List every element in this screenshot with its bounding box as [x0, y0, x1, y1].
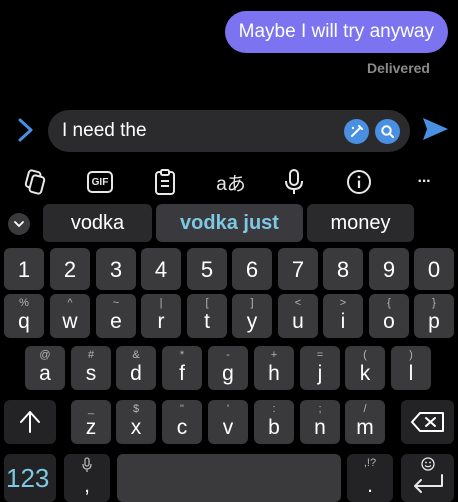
key-0[interactable]: 0 [414, 248, 454, 290]
key-4[interactable]: 4 [141, 248, 181, 290]
key-c[interactable]: " c [162, 400, 202, 444]
key-6[interactable]: 6 [232, 248, 272, 290]
key-5[interactable]: 5 [187, 248, 227, 290]
shift-key[interactable] [4, 400, 56, 444]
key-o[interactable]: {o [369, 294, 409, 338]
clipboard-icon[interactable] [150, 167, 180, 197]
key-z[interactable]: _ z [71, 400, 111, 444]
clipboard-copy-icon[interactable] [20, 167, 50, 197]
key-j[interactable]: = j [300, 346, 340, 390]
key-l[interactable]: ) l [391, 346, 431, 390]
conversation-area: Maybe I will try anyway Delivered [0, 0, 458, 105]
magic-pen-icon[interactable] [344, 119, 369, 144]
key-s[interactable]: # s [71, 346, 111, 390]
key-q[interactable]: % q [4, 294, 44, 338]
translate-label: aあ [216, 173, 246, 195]
key-x[interactable]: $ x [116, 400, 156, 444]
more-icon[interactable]: ··· [409, 167, 439, 197]
key-t[interactable]: [t [187, 294, 227, 338]
symbols-key[interactable]: 123 [4, 454, 56, 502]
gif-label: GIF [91, 176, 109, 188]
key-n[interactable]: ; n [300, 400, 340, 444]
key-8[interactable]: 8 [323, 248, 363, 290]
key-9[interactable]: 9 [369, 248, 409, 290]
key-v[interactable]: ' v [208, 400, 248, 444]
sent-message-bubble[interactable]: Maybe I will try anyway [224, 11, 448, 53]
enter-icon [414, 474, 443, 493]
translate-icon[interactable]: aあ [214, 167, 248, 197]
enter-key[interactable] [401, 454, 454, 502]
microphone-icon[interactable] [279, 167, 309, 197]
emoji-icon [421, 457, 435, 471]
space-key[interactable] [117, 454, 341, 502]
period-key[interactable]: ,!? . [347, 454, 393, 502]
key-h[interactable]: + h [254, 346, 294, 390]
chevron-right-icon[interactable] [12, 115, 38, 145]
send-icon[interactable] [420, 114, 450, 144]
suggestion-item[interactable]: money [307, 204, 414, 242]
suggestion-item[interactable]: vodka just [156, 204, 303, 242]
chevron-down-icon[interactable] [8, 213, 30, 235]
key-1[interactable]: 1 [4, 248, 44, 290]
search-icon[interactable] [375, 119, 400, 144]
key-u[interactable]: < u [278, 294, 318, 338]
message-input-text: I need the [62, 120, 147, 141]
more-label: ··· [417, 173, 432, 190]
microphone-icon [82, 457, 92, 472]
key-2[interactable]: 2 [50, 248, 90, 290]
keyboard: 1 2 3 4 5 6 7 8 9 0 % q ^ w ~ e | r [t ] y < u… [0, 246, 458, 502]
delivery-status: Delivered [366, 60, 430, 76]
backspace-icon [410, 412, 444, 432]
key-p[interactable]: } p [414, 294, 454, 338]
suggestion-item[interactable]: vodka [43, 204, 152, 242]
gif-icon[interactable]: GIF [85, 167, 115, 197]
suggestion-bar: vodka vodka just money [0, 204, 458, 242]
key-e[interactable]: ~ e [96, 294, 136, 338]
key-w[interactable]: ^ w [50, 294, 90, 338]
keyboard-toolbar: GIF aあ ··· [0, 162, 458, 202]
key-a[interactable]: @ a [25, 346, 65, 390]
key-b[interactable]: :b [254, 400, 294, 444]
period-hint: ,!? [363, 457, 377, 469]
key-i[interactable]: > i [323, 294, 363, 338]
key-m[interactable]: / m [345, 400, 385, 444]
period-label: . [367, 474, 373, 497]
message-composer: I need the [0, 108, 458, 154]
backspace-key[interactable] [401, 400, 454, 444]
key-r[interactable]: | r [141, 294, 181, 338]
key-d[interactable]: & d [116, 346, 156, 390]
message-text: Maybe I will try anyway [238, 21, 434, 42]
comma-key[interactable]: , [64, 454, 110, 502]
key-3[interactable]: 3 [96, 248, 136, 290]
message-input[interactable]: I need the [48, 110, 410, 152]
key-7[interactable]: 7 [278, 248, 318, 290]
info-icon[interactable] [344, 167, 374, 197]
key-g[interactable]: -g [208, 346, 248, 390]
comma-label: , [84, 474, 90, 497]
symbols-label: 123 [6, 462, 50, 493]
shift-icon [20, 411, 40, 433]
key-f[interactable]: * f [162, 346, 202, 390]
key-y[interactable]: ] y [232, 294, 272, 338]
key-k[interactable]: (k [345, 346, 385, 390]
